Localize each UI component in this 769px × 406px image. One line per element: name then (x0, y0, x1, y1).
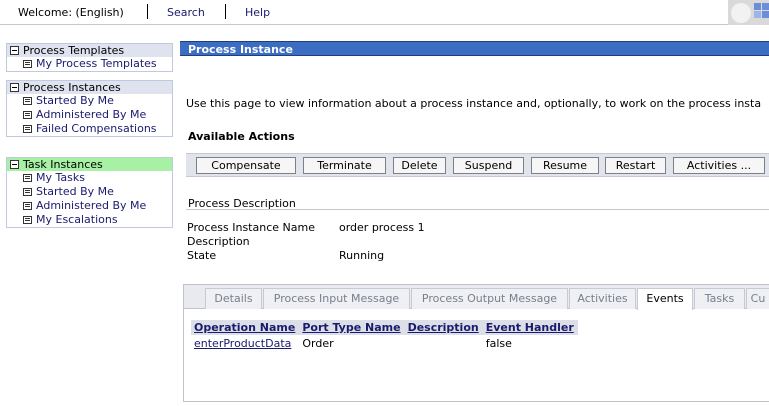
collapse-icon[interactable] (10, 46, 19, 55)
page-title: Process Instance (188, 43, 293, 56)
top-bar: Welcome: (English) Search Help (0, 0, 769, 25)
nav-item-task-started-by-me[interactable]: Started By Me (7, 185, 172, 199)
instance-name-value: order process 1 (339, 221, 425, 234)
column-port-type-name[interactable]: Port Type Name (299, 320, 405, 335)
nav-task-instances: Task Instances My Tasks Started By Me Ad… (6, 157, 173, 228)
description-label: Description (187, 235, 250, 248)
nav-item-administered-by-me[interactable]: Administered By Me (7, 108, 172, 122)
table-row: enterProductData Order false (191, 335, 578, 351)
column-operation-name[interactable]: Operation Name (191, 320, 300, 335)
list-icon (23, 202, 32, 210)
top-separator (225, 4, 226, 19)
top-separator (147, 4, 148, 19)
brand-logo-icon (728, 0, 769, 25)
divider (186, 209, 769, 210)
column-event-handler[interactable]: Event Handler (482, 320, 578, 335)
collapse-icon[interactable] (10, 160, 19, 169)
list-icon (23, 60, 32, 68)
description-cell (405, 335, 483, 351)
main-panel: Process Instance Use this page to view i… (180, 41, 769, 406)
search-link[interactable]: Search (167, 6, 205, 19)
table-header-row: Operation Name Port Type Name Descriptio… (191, 320, 578, 335)
instance-name-label: Process Instance Name (187, 221, 315, 234)
terminate-button[interactable]: Terminate (303, 157, 386, 174)
tab-events[interactable]: Events (637, 288, 693, 310)
nav-process-instances: Process Instances Started By Me Administ… (6, 80, 173, 137)
operation-name-link[interactable]: enterProductData (191, 335, 299, 351)
tab-cu[interactable]: Cu (746, 288, 769, 309)
column-description[interactable]: Description (404, 320, 483, 335)
list-icon (23, 97, 32, 105)
list-icon (23, 174, 32, 182)
suspend-button[interactable]: Suspend (453, 157, 524, 174)
page-description: Use this page to view information about … (186, 97, 762, 110)
nav-item-task-administered-by-me[interactable]: Administered By Me (7, 199, 172, 213)
events-table: Operation Name Port Type Name Descriptio… (191, 320, 578, 351)
tab-process-input-message[interactable]: Process Input Message (263, 288, 410, 309)
nav-item-my-tasks[interactable]: My Tasks (7, 171, 172, 185)
help-link[interactable]: Help (245, 6, 270, 19)
port-type-cell: Order (302, 336, 334, 350)
state-value: Running (339, 249, 385, 262)
tab-process-output-message[interactable]: Process Output Message (411, 288, 568, 309)
nav-header-task-instances[interactable]: Task Instances (7, 158, 172, 171)
welcome-language[interactable]: Welcome: (English) (18, 6, 124, 19)
nav-item-failed-compensations[interactable]: Failed Compensations (7, 122, 172, 136)
state-label: State (187, 249, 217, 262)
nav-header-process-instances[interactable]: Process Instances (7, 81, 172, 94)
nav-header-process-templates[interactable]: Process Templates (7, 44, 172, 57)
nav-process-templates: Process Templates My Process Templates (6, 43, 173, 72)
event-handler-cell: false (485, 336, 512, 350)
tab-strip: Details Process Input Message Process Ou… (184, 285, 769, 310)
panel-title-bar: Process Instance (180, 41, 769, 56)
nav-item-started-by-me[interactable]: Started By Me (7, 94, 172, 108)
tab-panel: Details Process Input Message Process Ou… (183, 284, 769, 402)
nav-item-my-process-templates[interactable]: My Process Templates (7, 57, 172, 71)
collapse-icon[interactable] (10, 83, 19, 92)
action-toolbar: Compensate Terminate Delete Suspend Resu… (186, 153, 769, 177)
actions-heading: Available Actions (188, 130, 295, 143)
nav-item-my-escalations[interactable]: My Escalations (7, 213, 172, 227)
resume-button[interactable]: Resume (531, 157, 599, 174)
list-icon (23, 111, 32, 119)
tab-activities[interactable]: Activities (569, 288, 636, 309)
list-icon (23, 216, 32, 224)
list-icon (23, 125, 32, 133)
restart-button[interactable]: Restart (605, 157, 666, 174)
tab-tasks[interactable]: Tasks (694, 288, 745, 309)
list-icon (23, 188, 32, 196)
activities-button[interactable]: Activities ... (673, 157, 765, 174)
compensate-button[interactable]: Compensate (196, 157, 296, 174)
delete-button[interactable]: Delete (393, 157, 446, 174)
tab-details[interactable]: Details (205, 288, 262, 309)
